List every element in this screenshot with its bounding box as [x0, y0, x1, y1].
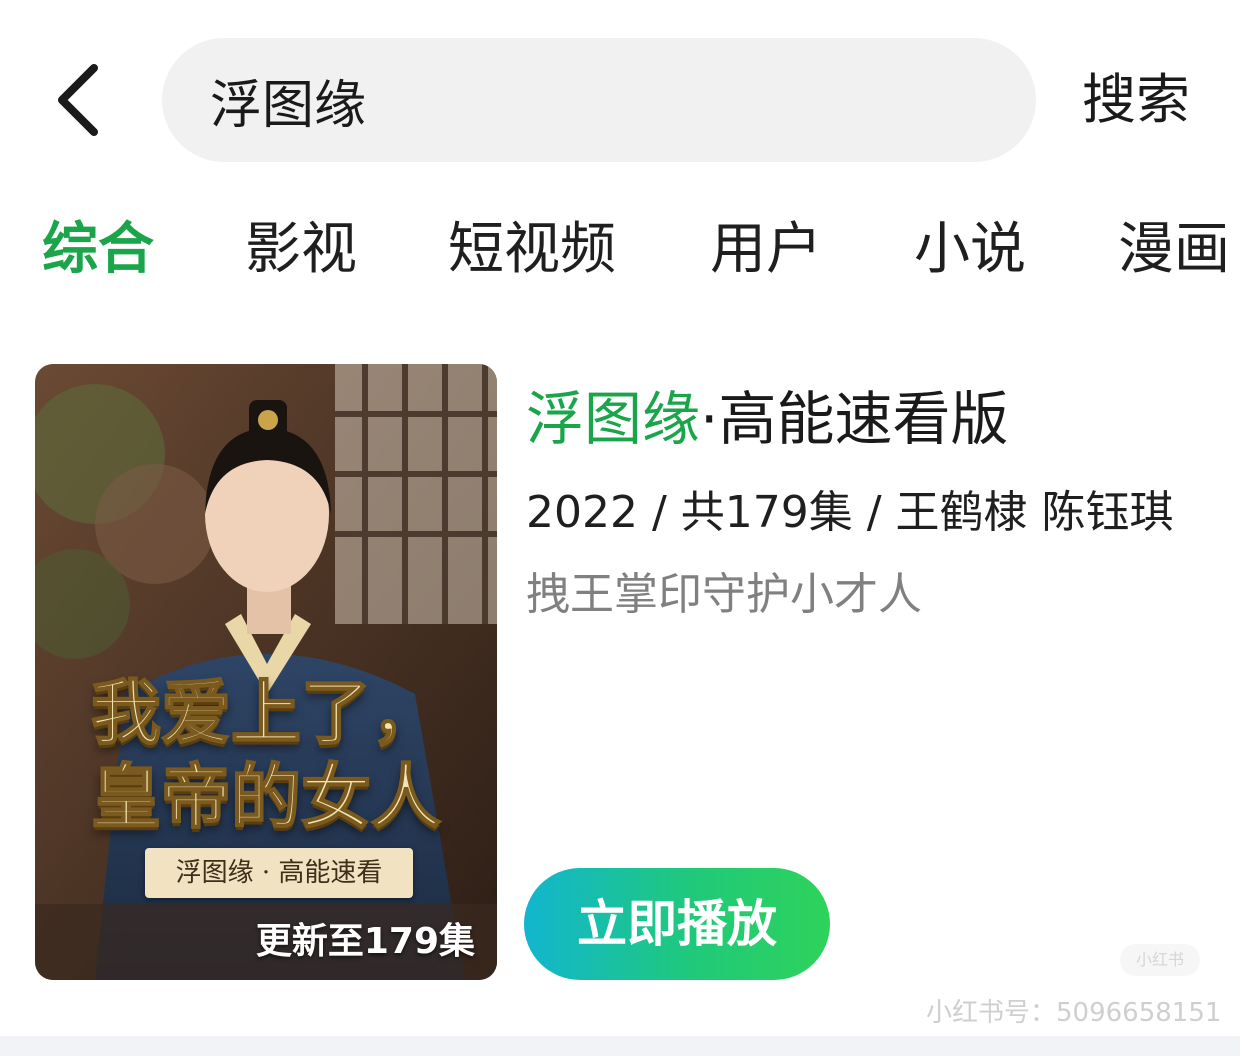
search-input[interactable] [210, 38, 1000, 162]
show-description: 拽王掌印守护小才人 [526, 569, 922, 620]
category-tabs: 综合 影视 短视频 用户 小说 漫画 [0, 212, 1240, 292]
poster-title-line1: 我爱上了， [90, 671, 442, 755]
tab-short-video[interactable]: 短视频 [448, 212, 616, 288]
back-button[interactable] [48, 58, 112, 142]
show-title-highlight: 浮图缘 [526, 385, 701, 453]
show-title[interactable]: 浮图缘·高能速看版 [526, 384, 1008, 454]
play-now-button[interactable]: 立即播放 [524, 868, 830, 980]
tab-novels[interactable]: 小说 [914, 212, 1026, 288]
tab-comics[interactable]: 漫画 [1118, 212, 1230, 288]
search-box[interactable] [162, 38, 1036, 162]
poster-ribbon: 浮图缘 · 高能速看 [145, 848, 413, 898]
episode-badge: 更新至179集 [255, 921, 475, 962]
chevron-left-icon [58, 64, 98, 136]
tab-users[interactable]: 用户 [710, 212, 822, 288]
watermark-text: 小红书号：5096658151 [926, 998, 1222, 1028]
poster-title-line2: 皇帝的女人 [90, 755, 442, 839]
bottom-divider [0, 1036, 1240, 1056]
search-button[interactable]: 搜索 [1082, 68, 1190, 132]
show-poster[interactable]: 我爱上了， 皇帝的女人 浮图缘 · 高能速看 更新至179集 [35, 364, 497, 980]
show-meta: 2022 / 共179集 / 王鹤棣 陈钰琪 [526, 487, 1174, 538]
tab-comprehensive[interactable]: 综合 [42, 212, 154, 288]
watermark-logo: 小红书 [1120, 944, 1200, 976]
tab-film-tv[interactable]: 影视 [245, 212, 357, 288]
show-title-rest: ·高能速看版 [700, 385, 1009, 453]
